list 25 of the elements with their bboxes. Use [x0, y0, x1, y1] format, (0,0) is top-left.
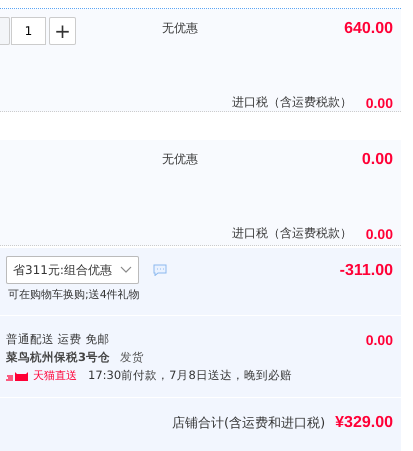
item-price: 0.00: [362, 151, 393, 169]
total-label: 店铺合计(含运费和进口税): [172, 415, 326, 432]
delivery-method: 普通配送 运费 免邮: [6, 332, 110, 347]
tax-label: 进口税（含运费税款）: [232, 225, 352, 242]
total-amount: ¥329.00: [335, 414, 393, 432]
discount-text: 无优惠: [162, 20, 199, 37]
item-price: 640.00: [344, 20, 393, 38]
promotion-select[interactable]: 省311元:组合优惠: [6, 256, 139, 284]
promotion-note: 可在购物车换购;送4件礼物: [7, 287, 141, 302]
minus-button[interactable]: [0, 17, 10, 45]
chat-icon[interactable]: [152, 264, 167, 276]
tax-amount: 0.00: [366, 94, 393, 110]
cat-logo-icon: [6, 370, 30, 380]
delivery-promise: 17:30前付款，7月8日送达，晚到必赔: [88, 368, 292, 383]
caret-icon: [120, 266, 132, 274]
ship-text: 发货: [120, 350, 144, 365]
quantity-field[interactable]: 1: [11, 17, 46, 45]
discount-text: 无优惠: [162, 151, 199, 168]
warehouse-name: 菜鸟杭州保税3号仓: [6, 350, 110, 365]
plus-button[interactable]: +: [49, 17, 76, 45]
tax-amount: 0.00: [366, 226, 393, 242]
delivery-fee: 0.00: [366, 332, 393, 350]
express-label: 天猫直送: [33, 368, 77, 383]
tax-label: 进口税（含运费税款）: [232, 94, 352, 111]
promotion-amount: -311.00: [340, 262, 393, 281]
